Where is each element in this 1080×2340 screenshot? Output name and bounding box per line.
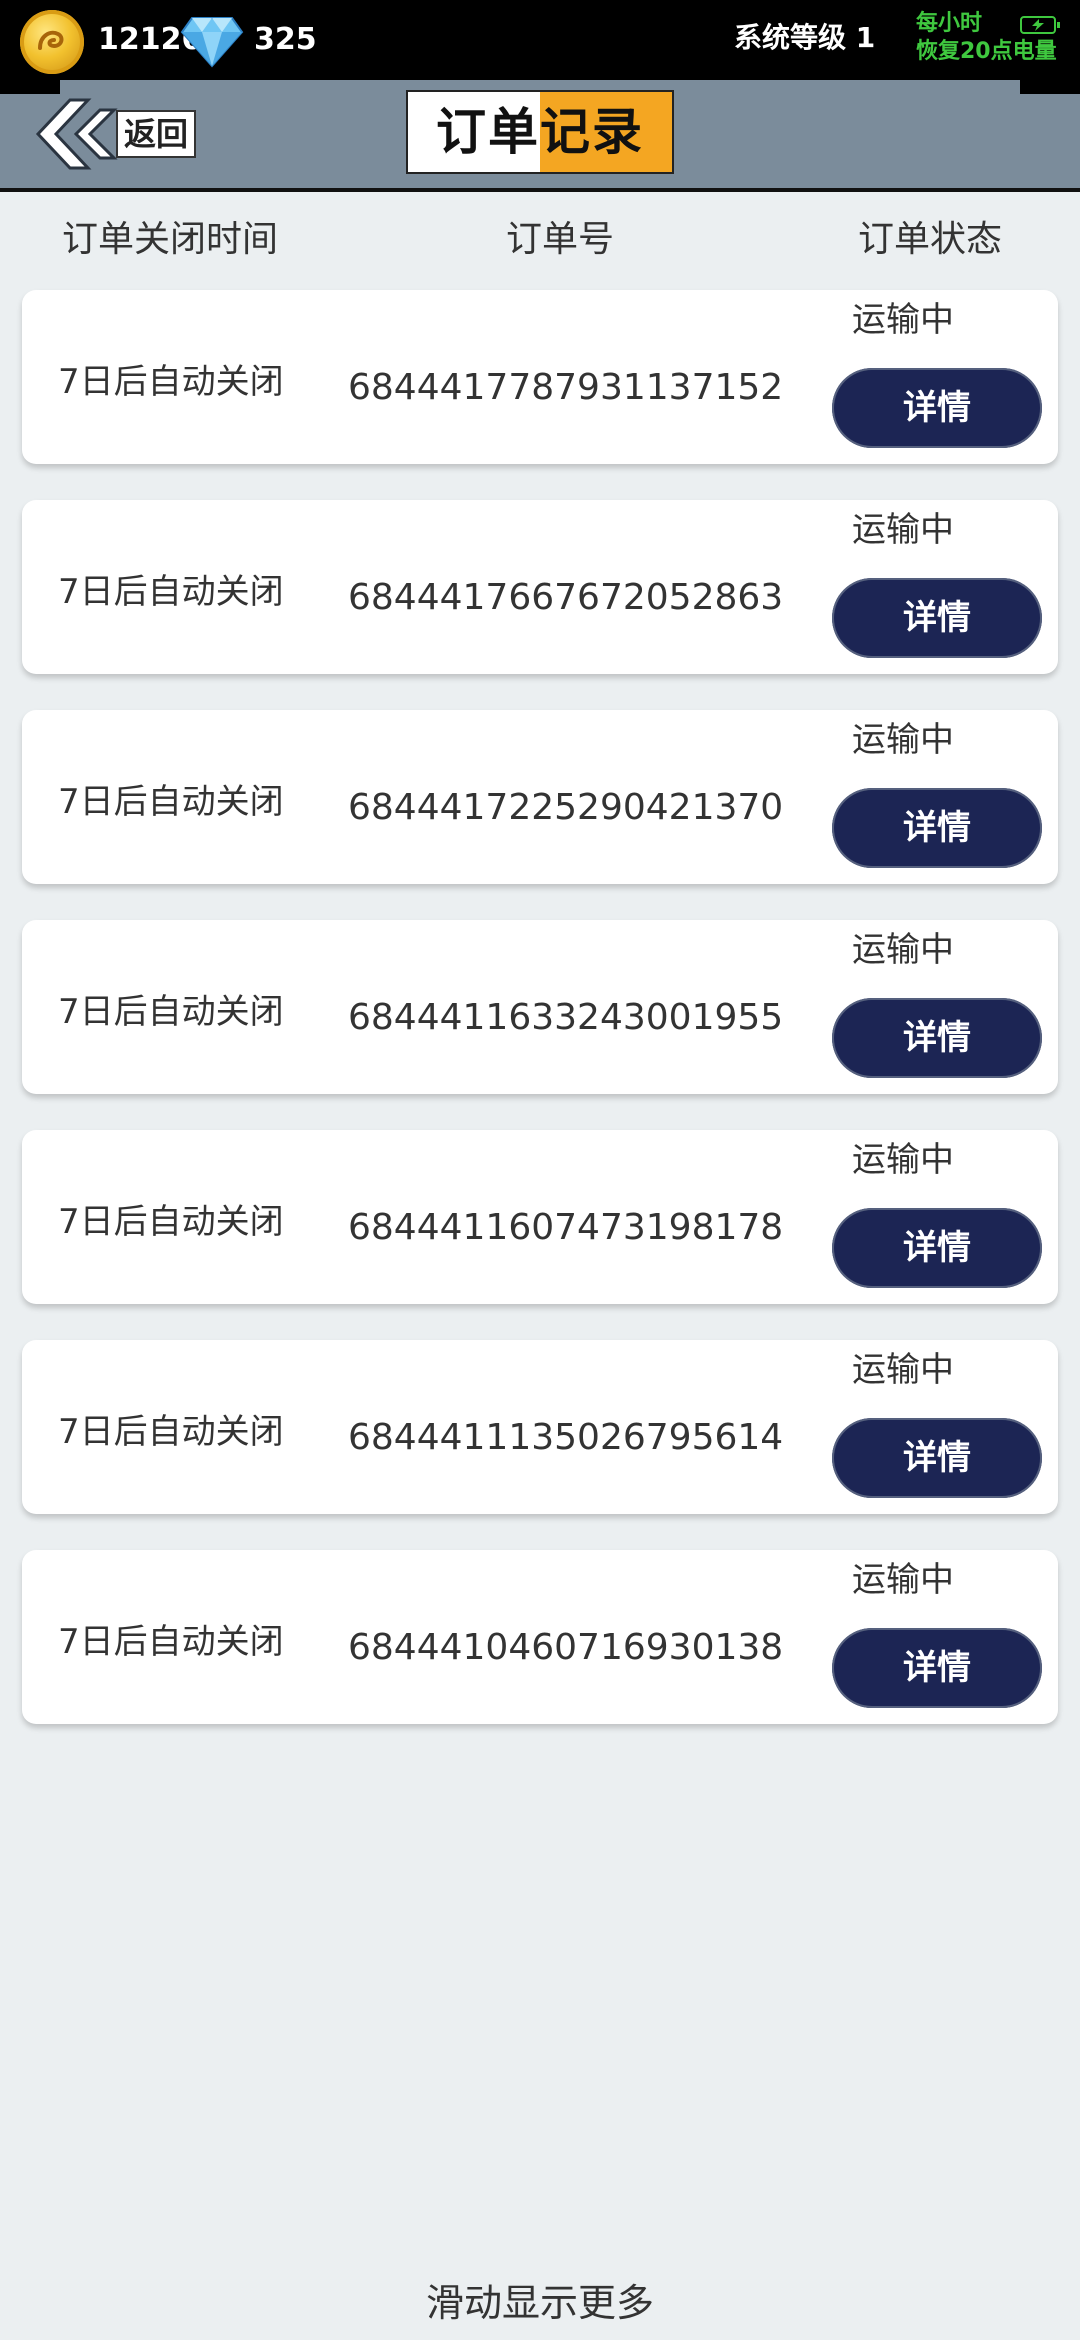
order-status: 运输中 [852,930,954,970]
header-notch-left [0,80,60,94]
diamond-icon [180,16,244,68]
order-close-time: 7日后自动关闭 [58,1202,284,1242]
order-number: 6844411607473198178 [348,1207,784,1248]
order-number: 6844411135026795614 [348,1417,784,1458]
order-number: 6844417225290421370 [348,787,784,828]
order-close-time: 7日后自动关闭 [58,1412,284,1452]
order-number: 6844417667672052863 [348,577,784,618]
order-status: 运输中 [852,510,954,550]
chevron-double-left-icon [35,98,118,170]
column-header-order-id: 订单号 [506,219,615,260]
page-title-banner: 订单记录 [406,90,674,174]
column-header-status: 订单状态 [858,219,1003,260]
system-level: 系统等级 1 [734,21,876,54]
order-row: 7日后自动关闭 6844411135026795614 运输中 详情 [22,1340,1058,1514]
page-title: 订单记录 [436,103,644,161]
order-status: 运输中 [852,1560,954,1600]
order-status: 运输中 [852,1350,954,1390]
detail-button[interactable]: 详情 [832,368,1042,448]
column-header-close-time: 订单关闭时间 [62,219,279,260]
order-close-time: 7日后自动关闭 [58,782,284,822]
order-row: 7日后自动关闭 6844410460716930138 运输中 详情 [22,1550,1058,1724]
order-row: 7日后自动关闭 6844417787931137152 运输中 详情 [22,290,1058,464]
resource-bar: 12126 325 系统等级 1 每小时 恢复20点电量 [0,0,1080,80]
order-row: 7日后自动关闭 6844411633243001955 运输中 详情 [22,920,1058,1094]
order-row: 7日后自动关闭 6844417225290421370 运输中 详情 [22,710,1058,884]
order-number: 6844411633243001955 [348,997,784,1038]
order-row: 7日后自动关闭 6844411607473198178 运输中 详情 [22,1130,1058,1304]
back-label: 返回 [116,110,197,158]
order-close-time: 7日后自动关闭 [58,1622,284,1662]
detail-button[interactable]: 详情 [832,1208,1042,1288]
gold-coin-icon [20,10,84,74]
detail-button[interactable]: 详情 [832,1628,1042,1708]
detail-button[interactable]: 详情 [832,998,1042,1078]
order-close-time: 7日后自动关闭 [58,572,284,612]
order-status: 运输中 [852,720,954,760]
detail-button[interactable]: 详情 [832,578,1042,658]
gem-count: 325 [254,22,317,57]
back-button[interactable]: 返回 [30,96,210,172]
detail-button[interactable]: 详情 [832,1418,1042,1498]
order-number: 6844417787931137152 [348,367,784,408]
detail-button[interactable]: 详情 [832,788,1042,868]
recovery-line-2: 恢复20点电量 [916,39,1057,64]
header-notch-right [1020,80,1080,94]
order-status: 运输中 [852,300,954,340]
order-row: 7日后自动关闭 6844417667672052863 运输中 详情 [22,500,1058,674]
order-close-time: 7日后自动关闭 [58,992,284,1032]
order-status: 运输中 [852,1140,954,1180]
order-number: 6844410460716930138 [348,1627,784,1668]
order-close-time: 7日后自动关闭 [58,362,284,402]
scroll-more-hint: 滑动显示更多 [425,2281,654,2325]
battery-charging-icon [1020,16,1060,34]
